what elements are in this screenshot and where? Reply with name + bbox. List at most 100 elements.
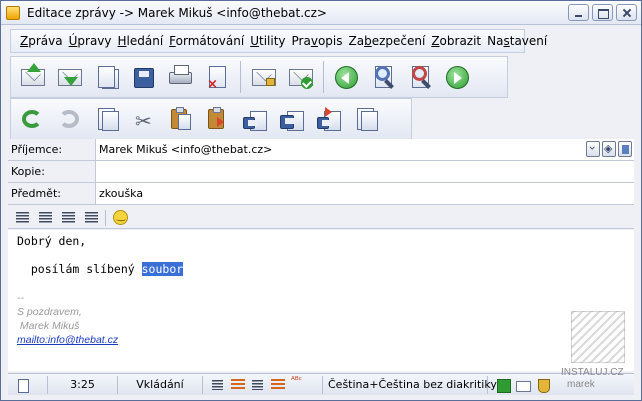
main-toolbar: × [10,56,508,98]
message-body-editor[interactable]: Dobrý den, posílám slíbený soubor -- S p… [8,230,634,371]
spellcheck-language[interactable]: Čeština+Čeština bez diakritiky [323,375,497,394]
header-fields: Příjemce: Kopie: Předmět: [8,139,634,205]
import-button[interactable] [310,101,346,137]
emoticon-button[interactable] [111,209,131,227]
queue-button[interactable] [51,59,87,95]
save-button[interactable] [125,59,161,95]
spellcheck-icon[interactable] [291,376,305,392]
smiley-icon [113,209,128,225]
maximize-button[interactable] [592,4,613,21]
redo-button[interactable] [51,101,87,137]
sign-button[interactable] [282,59,318,95]
scissors-icon: ✂ [135,109,152,133]
previous-button[interactable] [328,59,364,95]
format-separator [105,209,106,226]
find-button[interactable] [365,59,401,95]
toolbar-separator [323,61,324,93]
wrap-icon[interactable] [231,378,245,392]
envelope-check-icon [286,63,314,91]
signature-regards: S pozdravem, [17,306,82,318]
subject-field[interactable] [96,183,634,204]
find-replace-button[interactable] [402,59,438,95]
menu-item-zobrazit[interactable]: Zobrazit [431,34,481,48]
disk-icon [129,63,157,91]
green-status-icon[interactable] [496,378,511,393]
hourglass-icon [92,63,120,91]
format-toolbar [8,207,634,229]
menu-item-zabezpečení[interactable]: Zabezpečení [349,34,426,48]
edit-toolbar: ✂ [10,98,412,140]
justify-icon [85,211,98,223]
magnifier-red-icon [406,63,434,91]
align-left-icon [16,211,29,223]
title-bar[interactable]: Editace zprávy -> Marek Mikuš <info@theb… [1,1,641,25]
justify-button[interactable] [82,209,102,227]
save-as-button[interactable] [273,101,309,137]
insert-mode[interactable]: Vkládání [118,375,203,394]
menu-item-utility[interactable]: Utility [250,34,285,48]
menu-item-zpráva[interactable]: Zpráva [20,34,63,48]
discard-button[interactable]: × [199,59,235,95]
encrypt-button[interactable] [245,59,281,95]
minimize-button[interactable] [568,4,589,21]
paste-button[interactable] [162,101,198,137]
security-status-icon[interactable] [536,378,550,393]
cc-row: Kopie: [8,161,634,183]
send-icon [18,63,46,91]
close-button[interactable] [616,4,637,21]
address-book-button[interactable] [618,141,632,157]
status-doc-cell[interactable] [8,375,48,394]
subject-row: Předmět: [8,183,634,205]
menu-item-hledání[interactable]: Hledání [118,34,164,48]
recipient-options-button[interactable] [602,141,616,157]
align-center-button[interactable] [36,209,56,227]
menu-item-formátování[interactable]: Formátování [169,34,244,48]
expand-recipients-button[interactable] [586,141,600,157]
paragraph-icon[interactable] [251,378,265,392]
cc-field[interactable] [96,161,634,182]
to-label: Příjemce: [8,139,96,160]
attachment-icon [351,105,379,133]
mail-status-icon[interactable] [516,378,531,392]
the-bat-app-icon[interactable] [6,6,20,20]
align-left-button[interactable] [13,209,33,227]
signature-separator: -- [17,292,24,304]
address-buttons [586,141,632,157]
undo-button[interactable] [14,101,50,137]
copy-icon [92,105,120,133]
plain-text-icon[interactable] [211,378,225,392]
paste-special-button[interactable] [199,101,235,137]
document-icon [16,378,30,393]
body-greeting: Dobrý den, [17,234,87,248]
copy-button[interactable] [88,101,124,137]
body-line: posílám slíbený soubor [17,262,184,276]
cut-button[interactable]: ✂ [125,101,161,137]
send-button[interactable] [14,59,50,95]
to-row: Příjemce: [8,139,634,161]
signature-name: Marek Mikuš [17,320,80,332]
printer-icon [166,63,194,91]
arrow-left-icon [332,63,360,91]
page-icon [240,105,268,133]
menu-item-pravopis[interactable]: Pravopis [292,34,343,48]
cc-label: Kopie: [8,161,96,182]
signature-email-link[interactable]: mailto:info@thebat.cz [17,334,118,346]
print-button[interactable] [162,59,198,95]
window-controls [568,4,637,21]
subject-label: Předmět: [8,183,96,204]
menu-item-nastavení[interactable]: Nastavení [487,34,547,48]
menu-item-úpravy[interactable]: Úpravy [69,34,112,48]
align-center-icon [39,211,52,223]
window-title: Editace zprávy -> Marek Mikuš <info@theb… [27,6,327,20]
status-security-cell [488,376,558,394]
attach-button[interactable] [347,101,383,137]
insert-file-button[interactable] [236,101,272,137]
send-later-button[interactable] [88,59,124,95]
disk-page-icon [277,105,305,133]
arrow-right-icon [443,63,471,91]
next-button[interactable] [439,59,475,95]
to-field[interactable] [96,139,634,160]
message-editor-window: Editace zprávy -> Marek Mikuš <info@theb… [0,0,642,401]
quote-icon[interactable] [271,378,285,392]
align-right-button[interactable] [59,209,79,227]
